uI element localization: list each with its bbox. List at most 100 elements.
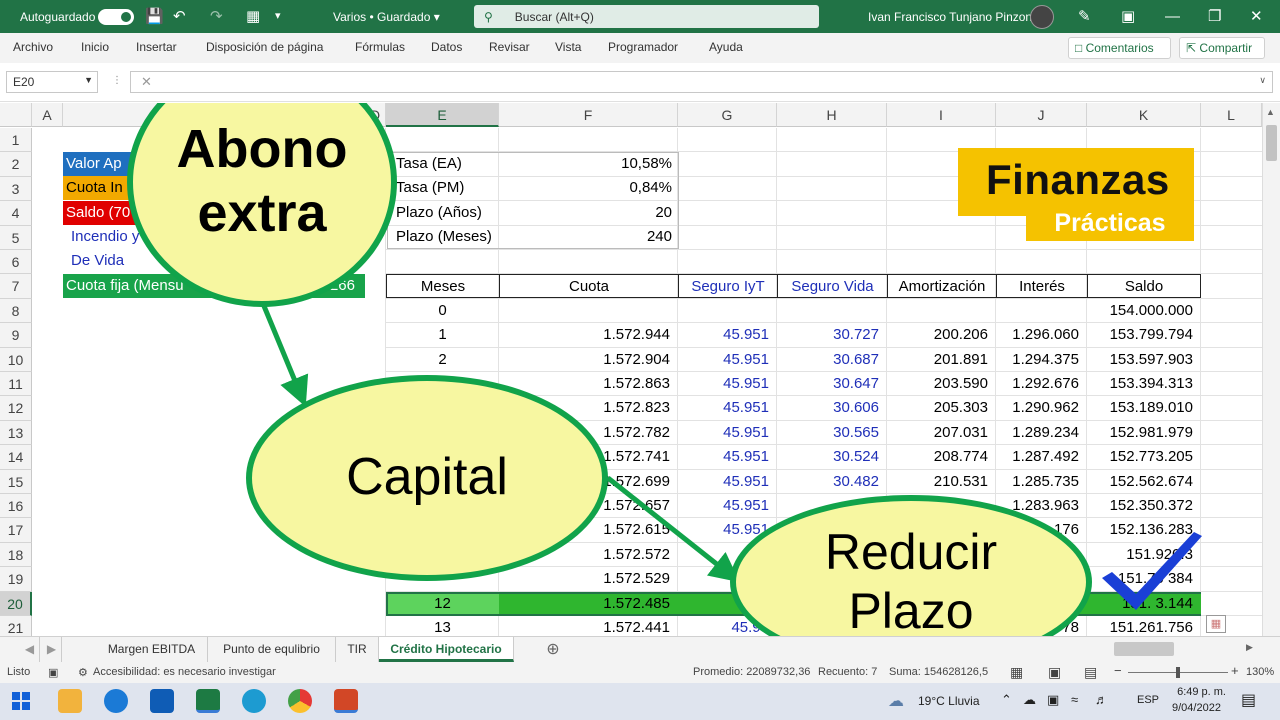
table-cell[interactable]: 207.031 [887, 421, 996, 445]
zoom-slider-thumb[interactable] [1176, 667, 1180, 678]
table-cell[interactable] [996, 299, 1087, 323]
row-header-17[interactable]: 17 [0, 518, 32, 543]
row-header-18[interactable]: 18 [0, 542, 32, 568]
maximize-icon[interactable]: ❐ [1208, 0, 1221, 33]
status-zoom[interactable]: 130% [1246, 666, 1274, 678]
table-cell[interactable]: 208.774 [887, 445, 996, 469]
prev-sheet-icon[interactable]: ◀ [20, 637, 40, 662]
label-de-vida[interactable]: De Vida [71, 249, 161, 273]
tab-datos[interactable]: Datos [431, 40, 462, 54]
table-cell[interactable]: 1.285.735 [996, 470, 1087, 494]
sheet-tab-tir[interactable]: TIR [336, 637, 379, 662]
excel-taskbar-icon[interactable] [196, 689, 220, 713]
row-header-11[interactable]: 11 [0, 372, 32, 397]
share-button[interactable]: ⇱ Compartir [1179, 37, 1265, 59]
table-header[interactable]: Seguro Vida [777, 274, 887, 299]
normal-view-icon[interactable]: ▦ [1010, 664, 1023, 681]
table-cell[interactable]: 151.261.756 [1087, 616, 1201, 636]
param-tasa-pm-label[interactable]: Tasa (PM) [396, 176, 506, 200]
col-header-h[interactable]: H [777, 103, 887, 127]
cancel-icon[interactable]: ✕ [141, 74, 152, 90]
table-cell[interactable]: 200.206 [887, 323, 996, 347]
notifications-icon[interactable]: ▤ [1241, 690, 1256, 710]
table-cell[interactable]: 153.189.010 [1087, 396, 1201, 420]
row-header-3[interactable]: 3 [0, 176, 32, 202]
next-sheet-icon[interactable]: ▶ [42, 637, 62, 662]
table-cell[interactable]: 210.531 [887, 470, 996, 494]
status-recuento[interactable]: Recuento: 7 [818, 666, 877, 678]
col-header-a[interactable]: A [32, 103, 63, 127]
table-cell[interactable]: 1.572.904 [499, 348, 678, 372]
tab-revisar[interactable]: Revisar [489, 40, 530, 54]
table-cell[interactable]: 152.350.372 [1087, 494, 1201, 518]
status-suma[interactable]: Suma: 154628126,5 [889, 666, 988, 678]
table-cell[interactable]: 152.981.979 [1087, 421, 1201, 445]
table-cell[interactable]: 1.287.492 [996, 445, 1087, 469]
table-cell[interactable]: 1.289.234 [996, 421, 1087, 445]
powerpoint-icon[interactable] [334, 689, 358, 713]
row-header-12[interactable]: 12 [0, 396, 32, 421]
col-header-e[interactable]: E [386, 103, 499, 127]
table-cell[interactable]: 1.572.485 [499, 592, 678, 616]
table-cell[interactable]: 45.951 [678, 470, 777, 494]
tab-programador[interactable]: Programador [608, 40, 678, 54]
table-header[interactable]: Meses [386, 274, 499, 299]
table-cell[interactable]: 1.572.944 [499, 323, 678, 347]
weather-icon[interactable]: ☁ [888, 691, 904, 711]
table-cell[interactable] [499, 299, 678, 323]
row-header-1[interactable]: 1 [0, 128, 32, 153]
close-icon[interactable]: ✕ [1250, 0, 1263, 33]
row-header-6[interactable]: 6 [0, 250, 32, 275]
sheet-tab-credito[interactable]: Crédito Hipotecario [379, 637, 514, 662]
page-layout-icon[interactable]: ▣ [1048, 664, 1061, 681]
customize-icon[interactable]: ▾ [275, 0, 281, 33]
col-header-l[interactable]: L [1201, 103, 1262, 127]
table-cell[interactable]: 153.799.794 [1087, 323, 1201, 347]
weather-text[interactable]: 19°C Lluvia [918, 694, 980, 708]
param-plazo-anos[interactable]: 20 [500, 201, 680, 225]
zoom-out-icon[interactable]: − [1114, 663, 1122, 678]
table-cell[interactable]: 205.303 [887, 396, 996, 420]
chrome-icon[interactable] [288, 689, 312, 713]
table-header[interactable]: Seguro IyT [678, 274, 777, 299]
ribbon-display-icon[interactable]: ▣ [1121, 0, 1135, 33]
row-header-4[interactable]: 4 [0, 201, 32, 226]
zoom-in-icon[interactable]: + [1231, 663, 1239, 678]
param-plazo-meses[interactable]: 240 [500, 225, 680, 249]
language-indicator[interactable]: ESP [1137, 694, 1159, 706]
select-all[interactable] [0, 103, 32, 127]
autosave-toggle[interactable] [98, 8, 134, 25]
table-cell[interactable]: 1 [386, 323, 499, 347]
table-cell[interactable]: 30.524 [777, 445, 887, 469]
table-cell[interactable] [887, 299, 996, 323]
tab-insertar[interactable]: Insertar [136, 40, 177, 54]
col-header-k[interactable]: K [1087, 103, 1201, 127]
table-header[interactable]: Saldo [1087, 274, 1201, 299]
table-header[interactable]: Cuota [499, 274, 678, 299]
windows-start-icon[interactable] [12, 692, 30, 710]
outlook-icon[interactable] [150, 689, 174, 713]
sheet-tab-punto[interactable]: Punto de equlibrio [208, 637, 336, 662]
table-cell[interactable]: 1.290.962 [996, 396, 1087, 420]
row-header-16[interactable]: 16 [0, 494, 32, 519]
clock-date[interactable]: 9/04/2022 [1172, 702, 1221, 714]
form-icon[interactable]: ▦ [246, 0, 260, 33]
col-header-g[interactable]: G [678, 103, 777, 127]
undo-icon[interactable]: ↶ [173, 0, 186, 33]
quick-analysis-icon[interactable]: ▦ [1206, 615, 1226, 633]
row-header-8[interactable]: 8 [0, 298, 32, 324]
table-cell[interactable]: 152.773.205 [1087, 445, 1201, 469]
table-cell[interactable]: 1.292.676 [996, 372, 1087, 396]
table-cell[interactable]: 1.294.375 [996, 348, 1087, 372]
minimize-icon[interactable]: — [1165, 0, 1180, 33]
pen-icon[interactable]: ✎ [1078, 0, 1091, 33]
tab-formulas[interactable]: Fórmulas [355, 40, 405, 54]
table-cell[interactable]: 30.687 [777, 348, 887, 372]
table-cell[interactable]: 30.647 [777, 372, 887, 396]
table-cell[interactable]: 153.394.313 [1087, 372, 1201, 396]
tab-inicio[interactable]: Inicio [81, 40, 109, 54]
row-header-5[interactable]: 5 [0, 225, 32, 250]
macro-icon[interactable]: ▣ [48, 666, 58, 679]
row-header-2[interactable]: 2 [0, 152, 32, 177]
status-accessibility[interactable]: Accesibilidad: es necesario investigar [93, 666, 276, 678]
